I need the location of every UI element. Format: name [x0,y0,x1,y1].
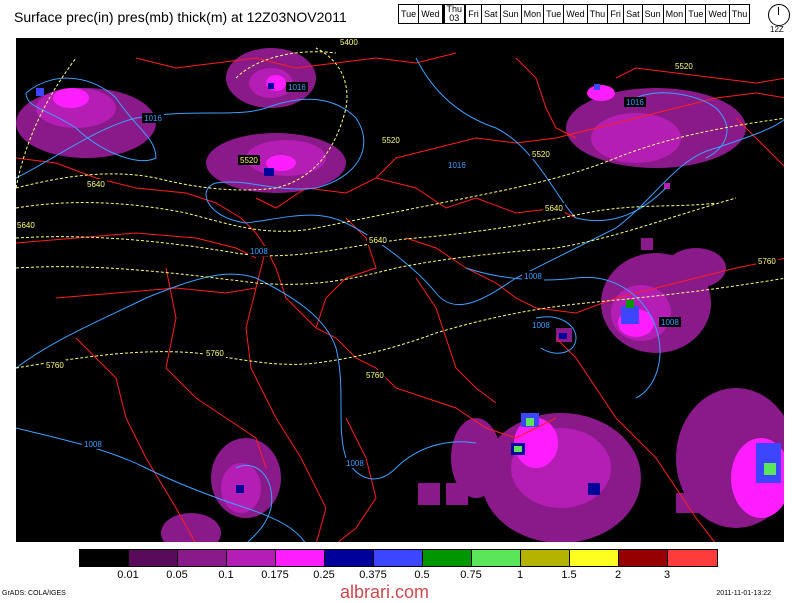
legend-labels: 0.01 0.05 0.1 0.175 0.25 0.375 0.5 0.75 … [79,569,719,583]
legend-swatch [129,550,178,566]
weather-map: 1016 1016 1016 1016 1008 1008 1008 1008 … [15,37,785,543]
thickness-label: 5640 [545,204,563,213]
thickness-label: 5760 [206,349,224,358]
legend-swatch [472,550,521,566]
precip-area-sw [161,438,281,542]
day-tab[interactable]: Mon [521,5,545,23]
thickness-label: 5520 [240,156,258,165]
precip-area-se [676,388,784,528]
legend-label: 0.375 [359,569,387,581]
watermark: albrari.com [340,582,430,602]
isobar-label: 1016 [448,161,466,170]
footer-credit: GrADS: COLA/IGES [2,590,66,597]
day-tab[interactable]: Fri [608,5,625,23]
legend-label: 0.175 [261,569,289,581]
isobar-label: 1008 [661,318,679,327]
day-tab[interactable]: Fri [466,5,483,23]
day-tab[interactable]: Wed [419,5,443,23]
isobar-label: 1008 [532,321,550,330]
legend-label: 0.01 [117,569,139,581]
isobar-label: 1008 [84,440,102,449]
isobar-label: 1008 [250,247,268,256]
legend-label: 0.75 [460,569,482,581]
day-tab[interactable]: Sat [624,5,643,23]
thickness-label: 5760 [366,371,384,380]
day-tab[interactable]: Thu [587,5,609,23]
precip-area-central [206,133,346,193]
thickness-label: 5520 [675,62,693,71]
legend-label: 1.5 [561,569,577,581]
day-selector[interactable]: Tue Wed Thu 03 Fri Sat Sun Mon Tue Wed T… [398,4,751,24]
day-tab[interactable]: Tue [686,5,707,23]
legend-label: 0.1 [218,569,234,581]
legend-swatch [570,550,619,566]
thickness-label: 5760 [758,257,776,266]
color-legend [79,549,718,567]
legend-label: 0.5 [414,569,430,581]
day-tab-date: 03 [449,13,460,23]
legend-swatch [325,550,374,566]
day-tab-selected[interactable]: Thu 03 [442,5,467,23]
legend-swatch [227,550,276,566]
legend-swatch [178,550,227,566]
clock-icon [768,4,790,26]
legend-label: 0.05 [166,569,188,581]
legend-label: 0.25 [313,569,335,581]
legend-swatch [276,550,325,566]
thickness-label: 5520 [382,136,400,145]
map-title: Surface prec(in) pres(mb) thick(m) at 12… [14,9,347,25]
thickness-label: 5400 [340,38,358,47]
isobar-label: 1016 [288,83,306,92]
legend-swatch [668,550,717,566]
day-tab[interactable]: Mon [663,5,687,23]
clock-label: 12Z [770,25,784,34]
day-tab[interactable]: Sun [500,5,522,23]
thickness-label: 5640 [17,221,35,230]
day-tab[interactable]: Sun [642,5,664,23]
day-tab[interactable]: Sat [482,5,501,23]
legend-swatch [619,550,668,566]
isobar-label: 1016 [144,114,162,123]
day-tab[interactable]: Wed [706,5,730,23]
legend-swatch [521,550,570,566]
thickness-label: 5760 [46,361,64,370]
footer-timestamp: 2011-11-01-13:22 [716,590,771,597]
day-tab[interactable]: Wed [564,5,588,23]
thickness-label: 5640 [369,236,387,245]
day-tab[interactable]: Thu [729,5,750,23]
legend-swatch [80,550,129,566]
thickness-label: 5640 [87,180,105,189]
map-canvas: 1016 1016 1016 1016 1008 1008 1008 1008 … [16,38,784,542]
day-tab[interactable]: Tue [544,5,565,23]
day-tab[interactable]: Tue [399,5,420,23]
legend-swatch [374,550,423,566]
precip-area-arabia [418,413,641,542]
isobar-label: 1016 [626,98,644,107]
precip-area-ne [566,84,746,168]
legend-label: 1 [516,569,524,581]
legend-label: 2 [614,569,622,581]
isobar-label: 1008 [346,459,364,468]
legend-label: 3 [663,569,671,581]
legend-swatch [423,550,472,566]
precip-area-east [601,248,726,353]
thickness-label: 5520 [532,150,550,159]
precip-fill [16,48,784,542]
precip-area-nw [16,88,156,158]
isobar-label: 1008 [524,272,542,281]
